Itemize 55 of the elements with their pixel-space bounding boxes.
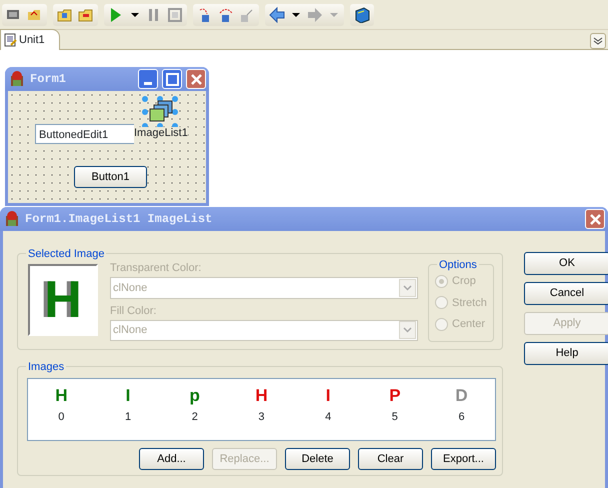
option-label: Stretch (452, 296, 487, 310)
image-glyph: H (255, 385, 268, 407)
image-glyph: I (126, 385, 130, 407)
dialog-button[interactable]: OK (524, 252, 608, 275)
window-title: Form1 (30, 71, 68, 88)
form-button[interactable]: Button1 (74, 166, 147, 188)
image-glyph: P (389, 385, 401, 407)
field-label: Fill Color: (110, 304, 158, 318)
close-button[interactable] (585, 209, 605, 229)
step-over-icon[interactable] (218, 6, 234, 22)
app-icon (3, 210, 21, 228)
chevron-down-icon (403, 327, 412, 334)
image-index: 1 (124, 410, 132, 425)
minimize-icon (144, 82, 152, 84)
field-label: Transparent Color: (110, 261, 202, 276)
maximize-icon (163, 70, 181, 88)
editor-tab[interactable]: Unit1 (0, 28, 60, 50)
dialog-button[interactable]: Add... (139, 448, 204, 470)
option-label: Crop (452, 274, 476, 289)
component-caption: ImageList1 (134, 127, 188, 140)
chevron-down-icon (593, 37, 603, 45)
group-label: Options (437, 257, 479, 274)
maximize-button[interactable] (162, 69, 182, 89)
image-glyph: H (55, 385, 68, 407)
dialog-button[interactable]: Export... (431, 448, 496, 470)
image-glyph: I (326, 385, 331, 407)
group-label: Images (26, 359, 66, 376)
image-glyph: D (455, 385, 468, 407)
minimize-button[interactable] (138, 69, 158, 89)
stop-icon[interactable] (167, 6, 183, 22)
option-label: Center (452, 317, 486, 332)
app-icon (8, 70, 26, 88)
arrow-left-icon[interactable] (269, 6, 285, 22)
tab-list-button[interactable] (590, 33, 606, 49)
image-index: 0 (58, 410, 64, 425)
dialog-button[interactable]: Clear (358, 448, 423, 470)
chevron-down-icon (403, 284, 412, 291)
folder-icon[interactable] (78, 6, 94, 22)
image-index: 3 (258, 410, 265, 425)
text-field[interactable]: ButtonedEdit1 (35, 124, 134, 144)
image-index: 6 (458, 410, 465, 425)
image-glyph: p (190, 385, 200, 407)
dialog-button[interactable]: Cancel (524, 282, 608, 305)
group-label: Selected Image (26, 246, 106, 262)
folder-icon[interactable] (57, 6, 73, 22)
dialog-button[interactable]: Delete (285, 448, 350, 470)
image-list[interactable]: H 0 I 1 p 2 H 3 I 4 P 5 D 6 (27, 378, 496, 441)
window-title: Form1.ImageList1 ImageList (25, 211, 214, 228)
close-button[interactable] (186, 69, 206, 89)
image-index: 5 (392, 410, 398, 425)
document-icon (3, 32, 17, 47)
image-preview: H (28, 264, 98, 336)
image-index: 2 (192, 410, 198, 425)
dialog-button[interactable]: Help (524, 342, 608, 365)
image-index: 4 (325, 410, 332, 425)
